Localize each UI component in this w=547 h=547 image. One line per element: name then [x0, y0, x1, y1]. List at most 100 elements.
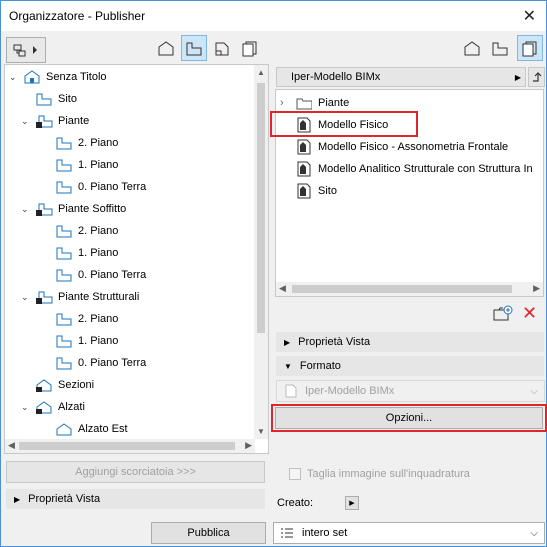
- window-title: Organizzatore - Publisher: [9, 9, 146, 23]
- publish-button[interactable]: Pubblica: [151, 522, 266, 544]
- view-map-tab[interactable]: [181, 35, 207, 61]
- tree-item[interactable]: 0. Piano Terra: [41, 352, 146, 374]
- go-up-button[interactable]: [528, 67, 545, 87]
- tree-item-label: Senza Titolo: [46, 71, 107, 83]
- list-item[interactable]: Sito: [280, 180, 337, 202]
- chevron-down-icon[interactable]: ⌄: [21, 402, 31, 412]
- publisher-set-selector[interactable]: Iper-Modello BIMx ▶: [276, 67, 526, 87]
- tree-item[interactable]: 1. Piano: [41, 330, 118, 352]
- publisher-sets-tab-right[interactable]: [517, 35, 543, 61]
- publisher-sets-icon: [242, 41, 257, 57]
- highlight-box: [270, 111, 418, 137]
- story-icon: [56, 159, 72, 172]
- tree-item[interactable]: ⌄ Senza Titolo: [9, 66, 107, 88]
- chevron-down-icon: ⌵: [530, 385, 538, 397]
- tree-item[interactable]: 2. Piano: [41, 220, 118, 242]
- up-arrow-icon: [532, 72, 541, 82]
- story-icon: [56, 335, 72, 348]
- tree-item[interactable]: ⌄ Piante Strutturali: [21, 286, 139, 308]
- house-icon: [158, 41, 174, 56]
- tree-item-label: Piante: [58, 115, 90, 127]
- format-section[interactable]: ▼ Formato: [276, 356, 544, 376]
- section-label: Proprietà Vista: [28, 493, 101, 505]
- tree-item[interactable]: ⌄ Piante: [21, 110, 89, 132]
- tree-item[interactable]: Sito: [21, 88, 77, 110]
- chevron-right-icon[interactable]: ›: [280, 97, 296, 109]
- list-item-label: Piante: [318, 97, 350, 109]
- scroll-thumb-h[interactable]: [292, 285, 512, 293]
- list-item[interactable]: Modello Fisico - Assonometria Frontale: [280, 136, 508, 158]
- left-view-properties-section[interactable]: ▶ Proprietà Vista: [6, 489, 265, 509]
- chevron-down-icon[interactable]: ⌄: [21, 116, 31, 126]
- tree-item[interactable]: Sezioni: [21, 374, 94, 396]
- delete-icon[interactable]: ✕: [522, 303, 537, 324]
- tree-item[interactable]: 0. Piano Terra: [41, 176, 146, 198]
- options-button[interactable]: Opzioni...: [275, 407, 543, 429]
- created-expand-button[interactable]: ▶: [345, 496, 359, 510]
- tree-item-label: Alzati: [58, 401, 85, 413]
- house-icon: [464, 41, 480, 56]
- tree-item[interactable]: Alzato Est: [41, 418, 128, 440]
- story-icon: [36, 93, 52, 106]
- scroll-thumb[interactable]: [257, 83, 265, 333]
- close-icon[interactable]: ✕: [523, 6, 536, 26]
- scope-dropdown[interactable]: intero set ⌵: [273, 522, 545, 544]
- scroll-right-icon[interactable]: ▶: [533, 283, 540, 294]
- project-map-tab[interactable]: [153, 35, 179, 61]
- scroll-thumb-h[interactable]: [19, 442, 235, 450]
- crop-image-checkbox-row[interactable]: Taglia immagine sull'inquadratura: [277, 468, 470, 480]
- project-map-tab-right[interactable]: [459, 35, 485, 61]
- tree-item[interactable]: 2. Piano: [41, 132, 118, 154]
- tree-item-label: 2. Piano: [78, 313, 119, 325]
- model-icon: [297, 139, 311, 155]
- layout-book-tab[interactable]: [209, 35, 235, 61]
- crop-checkbox[interactable]: [289, 468, 301, 480]
- story-icon: [56, 313, 72, 326]
- new-folder-icon: [493, 305, 513, 321]
- scroll-up-icon[interactable]: ▲: [257, 68, 265, 77]
- list-horizontal-scrollbar[interactable]: ◀ ▶: [276, 282, 543, 296]
- tree-horizontal-scrollbar[interactable]: ◀ ▶: [5, 439, 255, 453]
- right-view-properties-section[interactable]: ▶ Proprietà Vista: [276, 332, 544, 352]
- tree-item-label: 1. Piano: [78, 335, 119, 347]
- chevron-down-icon[interactable]: ⌄: [21, 292, 31, 302]
- publisher-sets-tab[interactable]: [237, 35, 263, 61]
- scroll-left-icon[interactable]: ◀: [279, 283, 286, 294]
- chevron-down-icon[interactable]: ⌄: [9, 72, 19, 82]
- tree-item-label: 2. Piano: [78, 225, 119, 237]
- model-icon: [297, 161, 311, 177]
- new-folder-button[interactable]: [493, 304, 513, 322]
- tree-item[interactable]: 1. Piano: [41, 154, 118, 176]
- tree-item-label: Alzato Est: [78, 423, 128, 435]
- tree-item[interactable]: ⌄ Alzati: [21, 396, 85, 418]
- format-value: Iper-Modello BIMx: [305, 385, 395, 397]
- set-name: Iper-Modello BIMx: [291, 71, 381, 83]
- story-icon: [56, 181, 72, 194]
- folder-view-icon: [36, 291, 53, 304]
- scroll-down-icon[interactable]: ▼: [257, 427, 265, 436]
- tree-item[interactable]: ⌄ Piante Soffitto: [21, 198, 126, 220]
- created-label: Creato:: [277, 497, 314, 509]
- scroll-left-icon[interactable]: ◀: [8, 440, 15, 451]
- list-item[interactable]: Modello Analitico Strutturale con Strutt…: [280, 158, 533, 180]
- tree-item[interactable]: 2. Piano: [41, 308, 118, 330]
- tree-item[interactable]: 0. Piano Terra: [41, 264, 146, 286]
- model-icon: [297, 183, 311, 199]
- scroll-right-icon[interactable]: ▶: [245, 440, 252, 451]
- view-map-icon: [492, 42, 508, 56]
- tree-vertical-scrollbar[interactable]: ▲ ▼: [254, 65, 268, 439]
- tree-item[interactable]: 1. Piano: [41, 242, 118, 264]
- view-map-tab-right[interactable]: [487, 35, 513, 61]
- story-icon: [56, 357, 72, 370]
- chevron-down-icon[interactable]: ⌄: [21, 204, 31, 214]
- layout-book-icon: [215, 42, 229, 56]
- tree-options-button[interactable]: [6, 37, 46, 63]
- tree-options-icon: [13, 44, 37, 57]
- publisher-window: Organizzatore - Publisher ✕ ⌄ Senza Titol…: [0, 0, 547, 547]
